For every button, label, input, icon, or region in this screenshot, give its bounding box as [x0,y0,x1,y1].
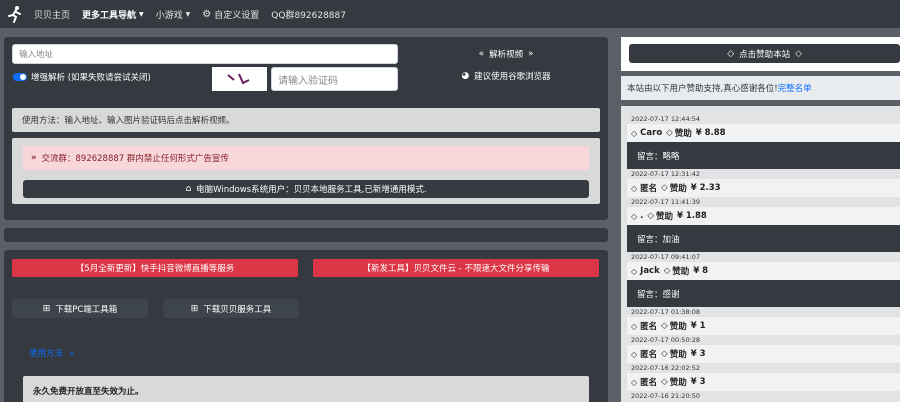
url-input[interactable]: 输入地址 [12,44,398,64]
caret-down-icon: ▼ [185,10,191,18]
browser-recommend-button[interactable]: ◕ 建议使用谷歌浏览器 [413,67,599,85]
diamond-icon: ◇ [647,211,654,221]
diamond-icon: ◇ [661,349,668,359]
sponsor-notice: 本站由以下用户赞助支持,真心感谢各位! 完整名单 [621,76,900,100]
usage-box: 使用方法：输入地址、输入图片验证码后点击解析视频。 [12,108,600,132]
enhance-toggle[interactable]: 增强解析 (如果失败请尝试关闭) [13,71,151,83]
donation-item: 2022-07-17 01:38:08 ◇ 匿名 ◇ 赞助 ¥ 1 [621,307,900,335]
nav-more-tools[interactable]: 更多工具导航 ▼ [82,8,144,21]
nav-qq-group: QQ群892628887 [271,10,346,21]
diamond-icon: ◇ [631,183,638,193]
donor-row: ◇. ◇ 赞助 ¥ 1.88 [627,207,900,225]
parse-video-button[interactable]: « 解析视频 » [413,44,599,64]
gears-icon: ⚙ [202,8,212,20]
diamond-icon: ◇ [631,377,638,387]
group-notice: » 交流群：892628887 群内禁止任何形式广告宣传 [23,146,589,170]
donation-item: 2022-07-17 00:50:28 ◇ 匿名 ◇ 赞助 ¥ 3 [621,335,900,363]
download-service-button[interactable]: ⊞ 下载贝贝服务工具 [163,299,299,318]
promo-filecloud-button[interactable]: 【新发工具】贝贝文件云 - 不限速大文件分享传输 [313,259,599,277]
diamond-icon: ◇ [661,321,668,331]
donation-list: 2022-07-17 12:44:54 ◇ Caro ◇ 赞助 ¥ 8.88 留言：… [621,106,900,402]
donation-item: 2022-07-17 12:31:42 ◇ 匿名 ◇ 赞助 ¥ 2.33 [621,169,900,197]
usage-link[interactable]: 使用方法 » [29,347,74,359]
chevron-right-icon: » [68,349,75,359]
full-list-link[interactable]: 完整名单 [778,82,812,94]
nav-home[interactable]: 贝贝主页 [34,8,70,21]
captcha-glyphs [226,73,249,85]
diamond-icon: ◇ [661,183,668,193]
free-notice: 永久免费开放直至失效为止。 [23,376,589,402]
donate-button[interactable]: ◇ 点击赞助本站 ◇ [629,44,900,63]
donation-item: 2022-07-17 12:44:54 ◇ Caro ◇ 赞助 ¥ 8.88 留言：… [621,114,900,169]
nav-games[interactable]: 小游戏 ▼ [156,8,191,21]
donor-row: ◇ 匿名 ◇ 赞助 ¥ 2.33 [627,179,900,197]
chevron-right-icon: » [31,153,37,163]
runner-logo-icon [8,6,21,23]
donor-row: ◇ 匿名 ◇ 赞助 ¥ 3 [627,373,900,391]
diamond-icon: ◇ [727,48,735,59]
chrome-icon: ◕ [461,71,470,81]
diamond-icon: ◇ [661,377,668,387]
donation-item: 2022-07-16 21:20:50 [631,392,701,400]
nav-custom-settings[interactable]: ⚙ 自定义设置 [202,8,259,21]
captcha-image[interactable] [212,67,267,91]
captcha-input[interactable]: 请输入验证码 [271,67,398,91]
toggle-switch[interactable] [13,73,27,81]
divider-bar [4,228,608,242]
top-navbar: 贝贝主页 更多工具导航 ▼ 小游戏 ▼ ⚙ 自定义设置 QQ群892628887 [0,0,900,28]
donor-row: ◇ 匿名 ◇ 赞助 ¥ 1 [627,317,900,335]
download-pc-button[interactable]: ⊞ 下载PC端工具箱 [12,299,148,318]
windows-icon: ⊞ [190,303,199,314]
donation-item: 2022-07-17 09:41:07 ◇ Jack ◇ 赞助 ¥ 8 留言：感谢 [621,252,900,307]
diamond-icon: ◇ [795,48,802,59]
diamond-icon: ◇ [631,349,638,359]
donor-row: ◇ Jack ◇ 赞助 ¥ 8 [627,262,900,280]
caret-down-icon: ▼ [139,10,144,18]
donation-item: 2022-07-16 22:02:52 ◇ 匿名 ◇ 赞助 ¥ 3 [621,363,900,391]
home-icon: ⌂ [185,184,192,194]
donation-item: 2022-07-17 11:41:39 ◇. ◇ 赞助 ¥ 1.88 留言：加油 [621,197,900,252]
diamond-icon: ◇ [666,128,673,138]
windows-icon: ⊞ [42,303,51,314]
diamond-icon: ◇ [631,128,638,138]
donor-row: ◇ Caro ◇ 赞助 ¥ 8.88 [627,124,900,142]
promo-kuaishou-button[interactable]: 【5月全新更新】快手抖音微博直播等服务 [12,259,298,277]
double-right-icon: » [528,49,534,59]
windows-tool-button[interactable]: ⌂ 电脑Windows系统用户：贝贝本地服务工具,已新增通用模式. [23,180,589,198]
donor-row: ◇ 匿名 ◇ 赞助 ¥ 3 [627,345,900,363]
diamond-icon: ◇ [663,266,671,276]
double-left-icon: « [478,49,485,59]
diamond-icon: ◇ [631,321,638,331]
diamond-icon: ◇ [631,266,638,276]
site-logo[interactable] [2,1,28,27]
diamond-icon: ◇ [631,211,638,221]
